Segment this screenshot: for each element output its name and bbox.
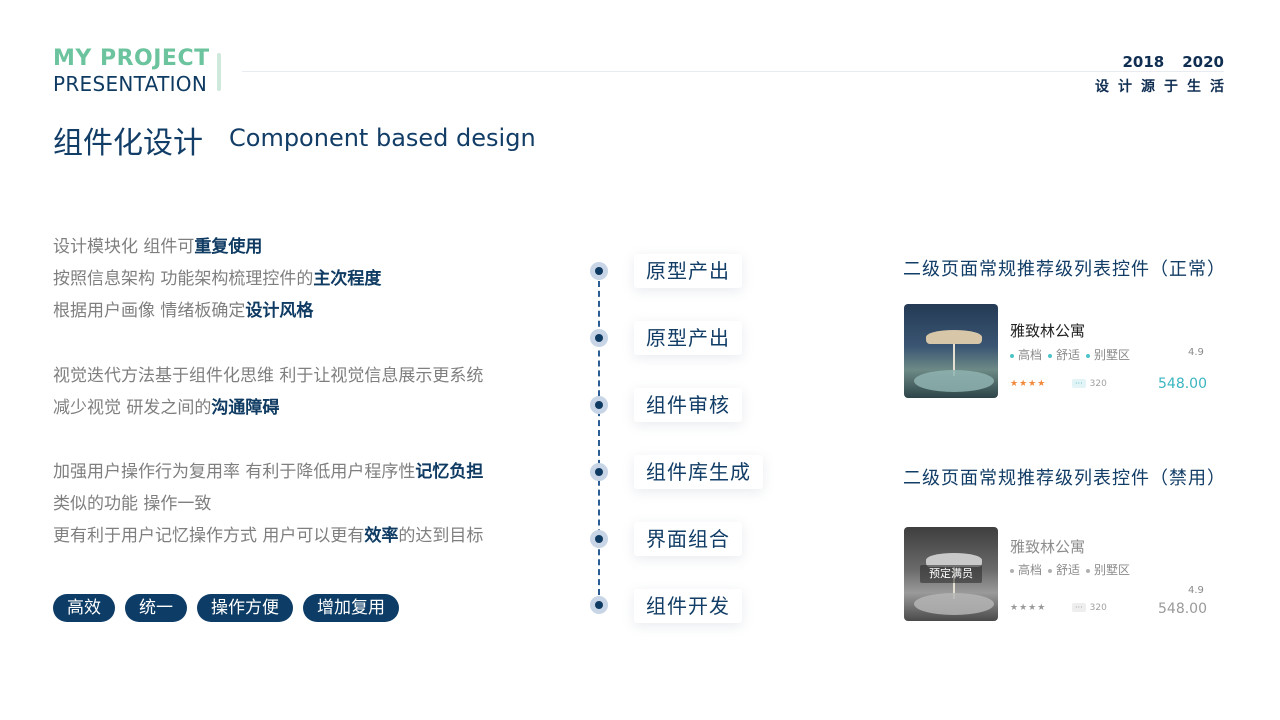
text-line: 根据用户画像 情绪板确定设计风格 <box>53 295 381 327</box>
year-end: 2020 <box>1182 53 1224 71</box>
card-features: 高档 舒适 别墅区 <box>1010 561 1130 578</box>
text-plain: 按照信息架构 功能架构梳理控件的 <box>53 269 314 289</box>
card-name: 雅致林公寓 <box>1010 538 1086 556</box>
feature-label: 高档 <box>1018 348 1043 362</box>
tag-convenient[interactable]: 操作方便 <box>197 594 293 622</box>
dot-icon <box>1048 353 1053 358</box>
comment-icon: ··· <box>1072 603 1086 612</box>
text-plain: 的达到目标 <box>398 526 484 546</box>
star-rating-icon: ★★★★ <box>1010 379 1047 389</box>
timeline-step-library: 组件库生成 <box>634 455 763 489</box>
comment-icon: ··· <box>1072 379 1086 388</box>
dot-icon <box>1086 353 1091 358</box>
card-rating: 4.9 <box>1188 347 1204 358</box>
feature-item: 舒适 <box>1048 561 1080 578</box>
section-title-disabled: 二级页面常规推荐级列表控件（禁用） <box>903 468 1226 489</box>
text-plain: 根据用户画像 情绪板确定 <box>53 301 246 321</box>
text-plain: 类似的功能 操作一致 <box>53 494 212 514</box>
timeline-step-prototype-1: 原型产出 <box>634 254 742 288</box>
timeline-node <box>590 396 608 414</box>
brand-title-top: MY PROJECT <box>53 46 210 71</box>
text-highlight: 效率 <box>364 526 399 546</box>
text-line: 加强用户操作行为复用率 有利于降低用户程序性记忆负担 <box>53 456 483 488</box>
card-name: 雅致林公寓 <box>1010 322 1086 340</box>
card-price: 548.00 <box>1158 376 1207 392</box>
brand-logo: MY PROJECT PRESENTATION <box>53 46 210 96</box>
text-line: 视觉迭代方法基于组件化思维 利于让视觉信息展示更系统 <box>53 360 483 392</box>
tag-efficient[interactable]: 高效 <box>53 594 115 622</box>
timeline-node <box>590 329 608 347</box>
pool-shape <box>914 370 994 392</box>
feature-label: 别墅区 <box>1094 348 1131 362</box>
feature-label: 高档 <box>1018 563 1043 577</box>
text-plain: 更有利于用户记忆操作方式 用户可以更有 <box>53 526 365 546</box>
timeline-step-compose: 界面组合 <box>634 522 742 556</box>
brand-title-bottom: PRESENTATION <box>53 72 208 96</box>
timeline-dashed-line <box>598 271 600 605</box>
dot-icon <box>1010 353 1014 358</box>
feature-item: 别墅区 <box>1086 561 1130 578</box>
dot-icon <box>1010 568 1014 573</box>
text-line: 减少视觉 研发之间的沟通障碍 <box>53 392 483 424</box>
section-title-normal: 二级页面常规推荐级列表控件（正常） <box>903 259 1226 280</box>
fully-booked-badge: 预定满员 <box>920 565 982 583</box>
text-highlight: 设计风格 <box>245 301 314 321</box>
review-count: ··· 320 <box>1072 603 1107 613</box>
text-highlight: 记忆负担 <box>415 462 484 482</box>
text-plain: 视觉迭代方法基于组件化思维 利于让视觉信息展示更系统 <box>53 366 484 386</box>
review-count: ··· 320 <box>1072 379 1107 389</box>
text-highlight: 重复使用 <box>194 237 263 257</box>
tag-reuse[interactable]: 增加复用 <box>303 594 399 622</box>
card-rating: 4.9 <box>1188 585 1204 596</box>
page-title: 组件化设计 <box>53 126 203 161</box>
text-line: 设计模块化 组件可重复使用 <box>53 231 381 263</box>
review-count-value: 320 <box>1089 603 1107 613</box>
brand-divider-bar <box>217 53 221 91</box>
star-rating-icon: ★★★★ <box>1010 603 1047 613</box>
timeline-step-prototype-2: 原型产出 <box>634 321 742 355</box>
page-subtitle: Component based design <box>229 124 536 152</box>
year-range: 2018 2020 <box>1123 53 1225 71</box>
paragraph-visual-iteration: 视觉迭代方法基于组件化思维 利于让视觉信息展示更系统 减少视觉 研发之间的沟通障… <box>53 360 483 424</box>
timeline-step-develop: 组件开发 <box>634 589 742 623</box>
timeline-node <box>590 463 608 481</box>
card-price: 548.00 <box>1158 601 1207 617</box>
dot-icon <box>1048 568 1053 573</box>
header-divider-line <box>242 71 1224 72</box>
timeline-node <box>590 596 608 614</box>
feature-item: 别墅区 <box>1086 346 1130 363</box>
tag-list: 高效 统一 操作方便 增加复用 <box>53 594 399 622</box>
tag-unified[interactable]: 统一 <box>125 594 187 622</box>
feature-item: 高档 <box>1010 561 1042 578</box>
feature-item: 舒适 <box>1048 346 1080 363</box>
apartment-photo: 预定满员 <box>904 527 998 621</box>
text-line: 更有利于用户记忆操作方式 用户可以更有效率的达到目标 <box>53 520 483 552</box>
feature-item: 高档 <box>1010 346 1042 363</box>
apartment-photo <box>904 304 998 398</box>
tagline: 设计源于生活 <box>1095 79 1233 95</box>
umbrella-shape <box>926 330 982 344</box>
text-plain: 减少视觉 研发之间的 <box>53 398 212 418</box>
text-plain: 加强用户操作行为复用率 有利于降低用户程序性 <box>53 462 416 482</box>
pool-shape <box>914 593 994 615</box>
text-plain: 设计模块化 组件可 <box>53 237 195 257</box>
year-start: 2018 <box>1122 53 1165 71</box>
text-line: 按照信息架构 功能架构梳理控件的主次程度 <box>53 263 381 295</box>
paragraph-memory: 加强用户操作行为复用率 有利于降低用户程序性记忆负担 类似的功能 操作一致 更有… <box>53 456 483 552</box>
feature-label: 别墅区 <box>1094 563 1131 577</box>
text-highlight: 沟通障碍 <box>211 398 280 418</box>
card-features: 高档 舒适 别墅区 <box>1010 346 1130 363</box>
timeline-step-review: 组件审核 <box>634 388 742 422</box>
feature-label: 舒适 <box>1056 348 1081 362</box>
text-line: 类似的功能 操作一致 <box>53 488 483 520</box>
paragraph-reuse: 设计模块化 组件可重复使用 按照信息架构 功能架构梳理控件的主次程度 根据用户画… <box>53 231 381 327</box>
feature-label: 舒适 <box>1056 563 1081 577</box>
timeline-node <box>590 262 608 280</box>
review-count-value: 320 <box>1089 379 1107 389</box>
dot-icon <box>1086 568 1091 573</box>
text-highlight: 主次程度 <box>313 269 382 289</box>
timeline-node <box>590 530 608 548</box>
